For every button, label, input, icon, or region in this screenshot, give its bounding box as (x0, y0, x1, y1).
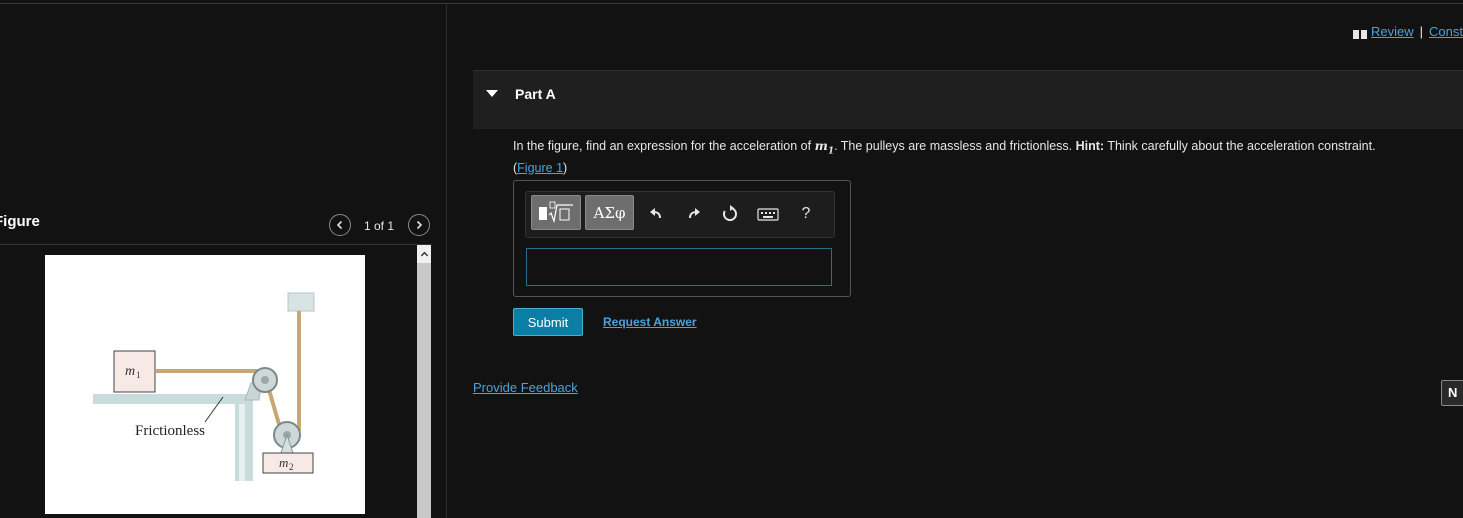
templates-button[interactable] (531, 195, 581, 230)
next-button[interactable]: N (1441, 380, 1463, 406)
help-icon[interactable]: ? (796, 204, 816, 224)
top-links: Review | Const (1353, 24, 1463, 39)
chevron-right-icon (416, 220, 423, 230)
question-lead: In the figure, find an expression for th… (513, 139, 815, 153)
question-mid: . The pulleys are massless and frictionl… (834, 139, 1076, 153)
mass2-label: m (279, 455, 288, 470)
figure-ref-close: ) (563, 160, 568, 175)
panel-divider (446, 4, 447, 518)
templates-icon (539, 201, 573, 223)
reset-icon[interactable] (720, 204, 740, 224)
figure-title: Figure (0, 213, 40, 230)
next-figure-button[interactable] (408, 214, 430, 236)
question-variable: m (814, 138, 828, 153)
book-icon (1353, 27, 1368, 39)
part-header[interactable] (473, 70, 1463, 129)
scroll-up-button[interactable] (417, 245, 431, 263)
symbols-button[interactable]: ΑΣφ (585, 195, 634, 230)
part-title: Part A (515, 86, 556, 102)
question-text: In the figure, find an expression for th… (513, 138, 1433, 176)
mass2-subscript: 2 (289, 462, 294, 472)
constants-link[interactable]: Const (1429, 24, 1463, 39)
table-surface (93, 394, 253, 404)
pulley-diagram: m 1 m 2 Frictionless (93, 292, 315, 481)
redo-icon[interactable] (684, 204, 704, 224)
figure-rule (0, 244, 432, 245)
answer-input[interactable] (526, 248, 832, 286)
physics-figure: m 1 m 2 Frictionless (45, 255, 365, 514)
request-answer-link[interactable]: Request Answer (603, 315, 697, 329)
provide-feedback-link[interactable]: Provide Feedback (473, 380, 578, 395)
figure-pager: 1 of 1 (364, 219, 395, 233)
frictionless-label: Frictionless (135, 423, 205, 439)
figure-1-link[interactable]: Figure 1 (517, 161, 563, 175)
chevron-up-icon (420, 251, 428, 256)
review-link[interactable]: Review (1371, 24, 1414, 39)
caret-down-icon[interactable] (486, 90, 498, 97)
undo-icon[interactable] (646, 204, 666, 224)
ceiling-mount (287, 292, 315, 312)
link-separator: | (1419, 24, 1424, 39)
keyboard-icon[interactable] (757, 204, 779, 224)
previous-figure-button[interactable] (329, 214, 351, 236)
submit-button[interactable]: Submit (513, 308, 583, 336)
mass1-subscript: 1 (136, 370, 141, 380)
figure-scrollbar-thumb[interactable] (417, 263, 431, 518)
chevron-left-icon (336, 220, 343, 230)
hint-label: Hint: (1075, 139, 1105, 153)
mass1-label: m (125, 364, 135, 379)
hint-text: Think carefully about the acceleration c… (1104, 139, 1376, 153)
